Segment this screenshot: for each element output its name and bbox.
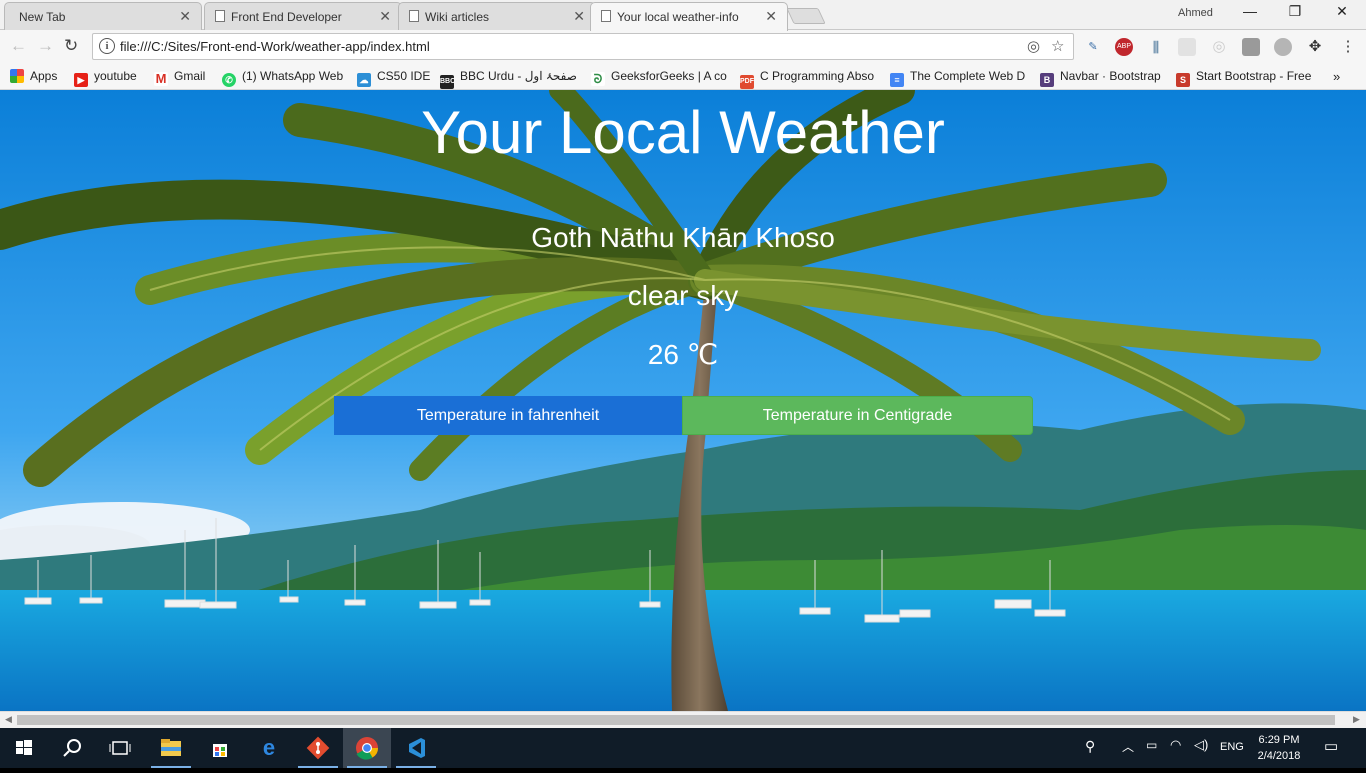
tab-new-tab[interactable]: New Tab ✕ xyxy=(4,2,202,30)
page-title: Your Local Weather xyxy=(421,99,945,166)
tab-title: New Tab xyxy=(19,10,66,24)
reload-icon[interactable]: ↻ xyxy=(64,36,78,56)
vscode-icon[interactable] xyxy=(392,728,440,768)
chrome-icon[interactable] xyxy=(343,728,391,768)
page-icon xyxy=(601,10,611,22)
search-icon[interactable] xyxy=(48,728,96,768)
extension-circle-icon[interactable]: ◎ xyxy=(1210,38,1228,56)
scrollbar-thumb[interactable] xyxy=(17,715,1335,725)
windows-start-icon[interactable] xyxy=(0,728,48,768)
tab-wiki-articles[interactable]: Wiki articles ✕ xyxy=(398,2,596,30)
bookmark-c-programming[interactable]: PDF C Programming Abso xyxy=(740,69,878,89)
pdf-icon: PDF xyxy=(740,75,754,89)
eyedropper-icon[interactable]: ✎ xyxy=(1084,38,1102,56)
whatsapp-icon: ✆ xyxy=(222,73,236,87)
gmail-icon: M xyxy=(154,71,168,86)
file-explorer-icon[interactable] xyxy=(147,728,195,768)
bookmark-geeksforgeeks[interactable]: ᘐ GeeksforGeeks | A co xyxy=(591,69,727,86)
city-name: Goth Nāthu Khān Khoso xyxy=(531,222,835,253)
wifi-icon[interactable]: ◠ xyxy=(1170,737,1181,753)
git-icon[interactable] xyxy=(294,728,342,768)
page-viewport: Your Local Weather Goth Nāthu Khān Khoso… xyxy=(0,90,1366,711)
close-window-icon[interactable]: ✕ xyxy=(1322,3,1362,20)
menu-dots-icon[interactable]: ⋮ xyxy=(1339,38,1357,56)
apps-grid-icon xyxy=(10,69,24,83)
equalizer-icon[interactable]: ⫼ xyxy=(1147,38,1165,56)
minimize-icon[interactable]: — xyxy=(1230,3,1270,19)
windows-taskbar: e ⚲ ︿ ▭ ◠ ◁) ENG 6:29 PM 2/4/2018 ▭ xyxy=(0,728,1366,768)
tab-title: Front End Developer xyxy=(231,10,342,24)
extension-square-icon[interactable] xyxy=(1242,38,1260,56)
page-icon xyxy=(409,10,419,22)
bookmark-bbc-urdu[interactable]: BBC BBC Urdu - صفحۂ اول xyxy=(440,69,580,89)
close-tab-icon[interactable]: ✕ xyxy=(765,8,777,25)
back-arrow-icon[interactable]: ← xyxy=(10,36,27,56)
close-tab-icon[interactable]: ✕ xyxy=(179,8,191,25)
new-tab-button[interactable] xyxy=(786,8,826,24)
browser-toolbar: ← → ↻ i file:///C:/Sites/Front-end-Work/… xyxy=(0,30,1366,64)
cloud9-icon: ☁ xyxy=(357,73,371,87)
page-icon xyxy=(215,10,225,22)
horizontal-scrollbar[interactable]: ◀ ▶ xyxy=(0,711,1366,728)
scroll-right-icon[interactable]: ▶ xyxy=(1353,714,1360,725)
bookmark-cs50-ide[interactable]: ☁ CS50 IDE xyxy=(357,69,430,87)
bookmark-youtube[interactable]: ▶ youtube xyxy=(74,69,137,87)
extension-round-icon[interactable] xyxy=(1274,38,1292,56)
store-icon[interactable] xyxy=(196,728,244,768)
geeksforgeeks-icon: ᘐ xyxy=(591,72,605,86)
info-icon[interactable]: i xyxy=(99,38,115,54)
bookmark-whatsapp[interactable]: ✆ (1) WhatsApp Web xyxy=(222,69,343,87)
notifications-icon[interactable]: ▭ xyxy=(1324,737,1338,755)
tab-title: Your local weather-info xyxy=(617,10,739,24)
bookmark-start-bootstrap[interactable]: S Start Bootstrap - Free xyxy=(1176,69,1314,87)
weather-condition: clear sky xyxy=(627,280,739,311)
battery-icon[interactable]: ▭ xyxy=(1146,738,1157,752)
bookmark-star-icon[interactable]: ☆ xyxy=(1051,37,1064,55)
startbootstrap-icon: S xyxy=(1176,73,1190,87)
bootstrap-icon: B xyxy=(1040,73,1054,87)
profile-name[interactable]: Ahmed xyxy=(1178,7,1213,19)
youtube-icon: ▶ xyxy=(74,73,88,87)
volume-icon[interactable]: ◁) xyxy=(1194,737,1208,753)
bookmark-navbar-bootstrap[interactable]: B Navbar · Bootstrap xyxy=(1040,69,1161,87)
bookmark-complete-web[interactable]: ≡ The Complete Web D xyxy=(890,69,1028,87)
bookmark-apps[interactable]: Apps xyxy=(10,69,57,83)
weather-app: Your Local Weather Goth Nāthu Khān Khoso… xyxy=(0,90,1366,711)
bbc-icon: BBC xyxy=(440,75,455,89)
close-tab-icon[interactable]: ✕ xyxy=(573,8,585,25)
tab-title: Wiki articles xyxy=(425,10,490,24)
clock-date: 2/4/2018 xyxy=(1257,750,1301,762)
address-bar[interactable]: i file:///C:/Sites/Front-end-Work/weathe… xyxy=(92,33,1074,60)
forward-arrow-icon[interactable]: → xyxy=(37,36,54,56)
docs-icon: ≡ xyxy=(890,73,904,87)
show-hidden-icons-icon[interactable]: ︿ xyxy=(1122,738,1134,755)
clock-time: 6:29 PM xyxy=(1258,734,1300,746)
temperature-value: 26 ℃ xyxy=(647,339,719,370)
bookmarks-bar: Apps ▶ youtube M Gmail ✆ (1) WhatsApp Web ☁… xyxy=(0,64,1366,90)
people-icon[interactable]: ⚲ xyxy=(1085,738,1095,755)
edge-icon[interactable]: e xyxy=(245,728,293,768)
task-view-icon[interactable] xyxy=(96,728,144,768)
move-icon[interactable]: ✥ xyxy=(1306,38,1324,56)
more-bookmarks-icon[interactable]: » xyxy=(1333,69,1340,84)
fahrenheit-button[interactable]: Temperature in fahrenheit xyxy=(334,396,682,435)
clock[interactable]: 6:29 PM 2/4/2018 xyxy=(1254,732,1304,764)
adblock-plus-icon[interactable]: ABP xyxy=(1115,38,1133,56)
restore-icon[interactable]: ❐ xyxy=(1275,3,1315,20)
extension-icon[interactable] xyxy=(1178,38,1196,56)
location-icon[interactable]: ◎ xyxy=(1027,37,1040,55)
address-url[interactable]: file:///C:/Sites/Front-end-Work/weather-… xyxy=(120,39,430,54)
tab-strip: New Tab ✕ Front End Developer ✕ Wiki art… xyxy=(0,0,1366,31)
language-indicator[interactable]: ENG xyxy=(1220,741,1244,753)
centigrade-button[interactable]: Temperature in Centigrade xyxy=(682,396,1033,435)
bookmark-gmail[interactable]: M Gmail xyxy=(154,69,205,86)
tab-front-end-developer[interactable]: Front End Developer ✕ xyxy=(204,2,402,30)
scroll-left-icon[interactable]: ◀ xyxy=(5,714,12,725)
tab-your-local-weather-info[interactable]: Your local weather-info ✕ xyxy=(590,2,788,31)
svg-text:e: e xyxy=(263,735,275,760)
close-tab-icon[interactable]: ✕ xyxy=(379,8,391,25)
